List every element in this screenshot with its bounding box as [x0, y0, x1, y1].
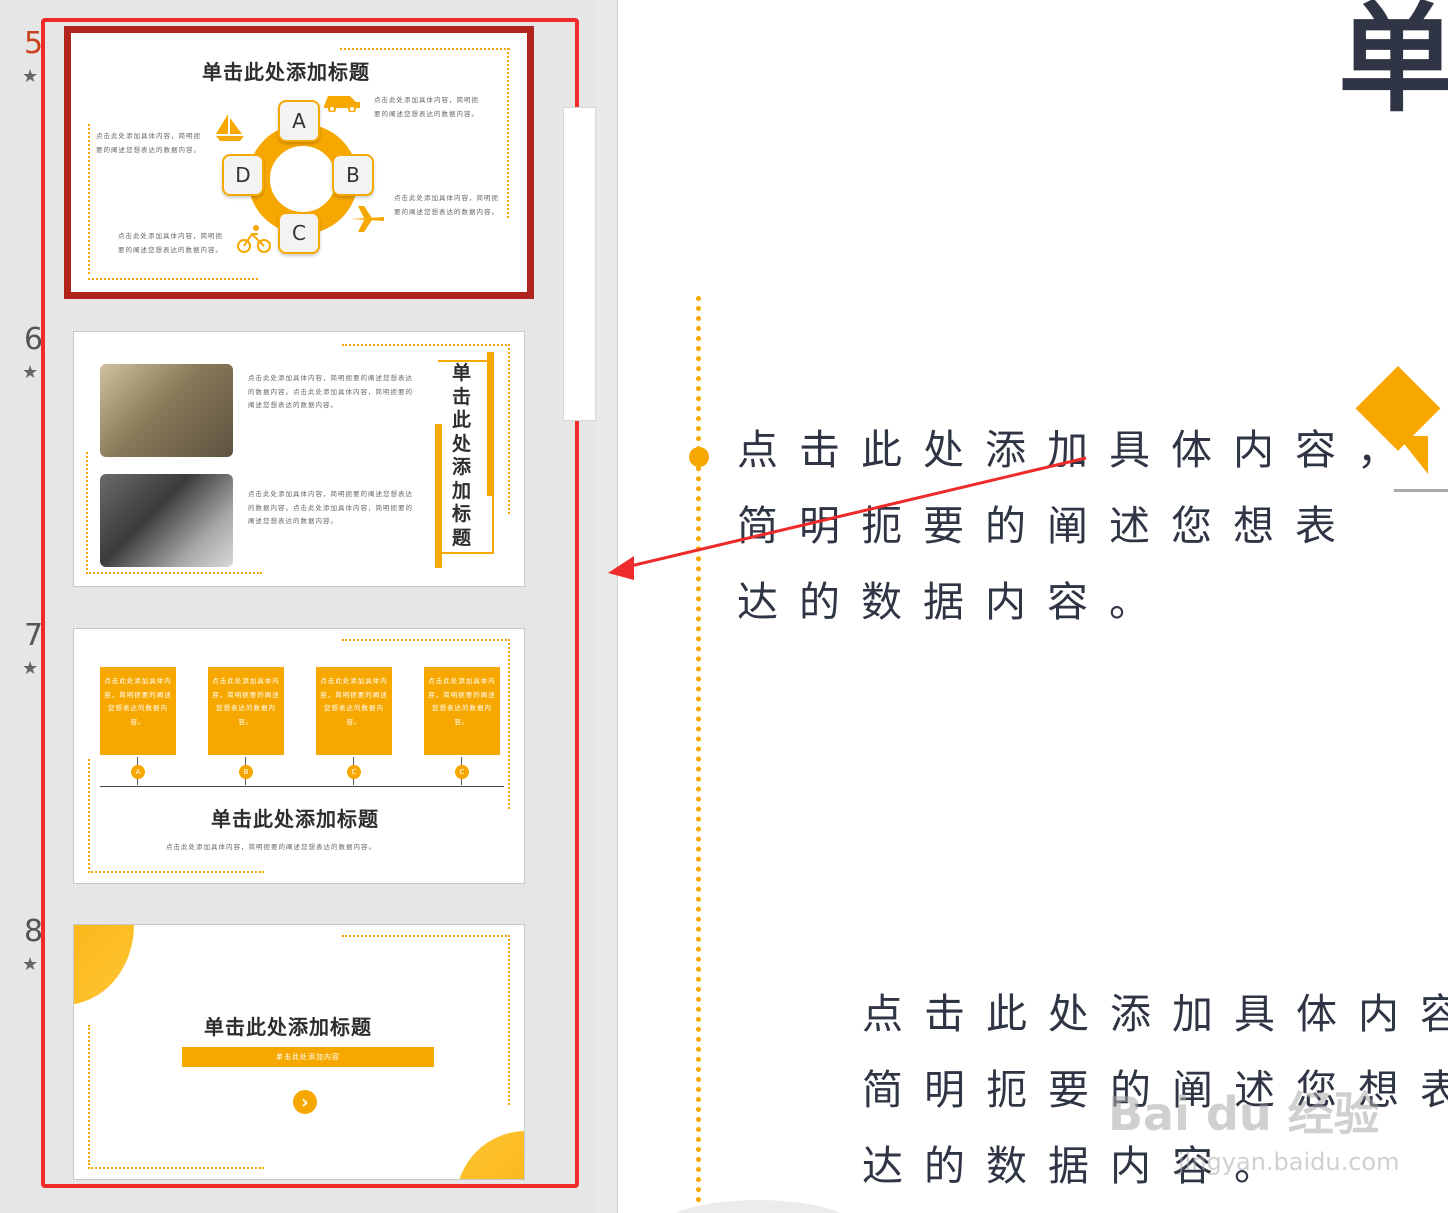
- annotation-arrow: [608, 456, 1087, 580]
